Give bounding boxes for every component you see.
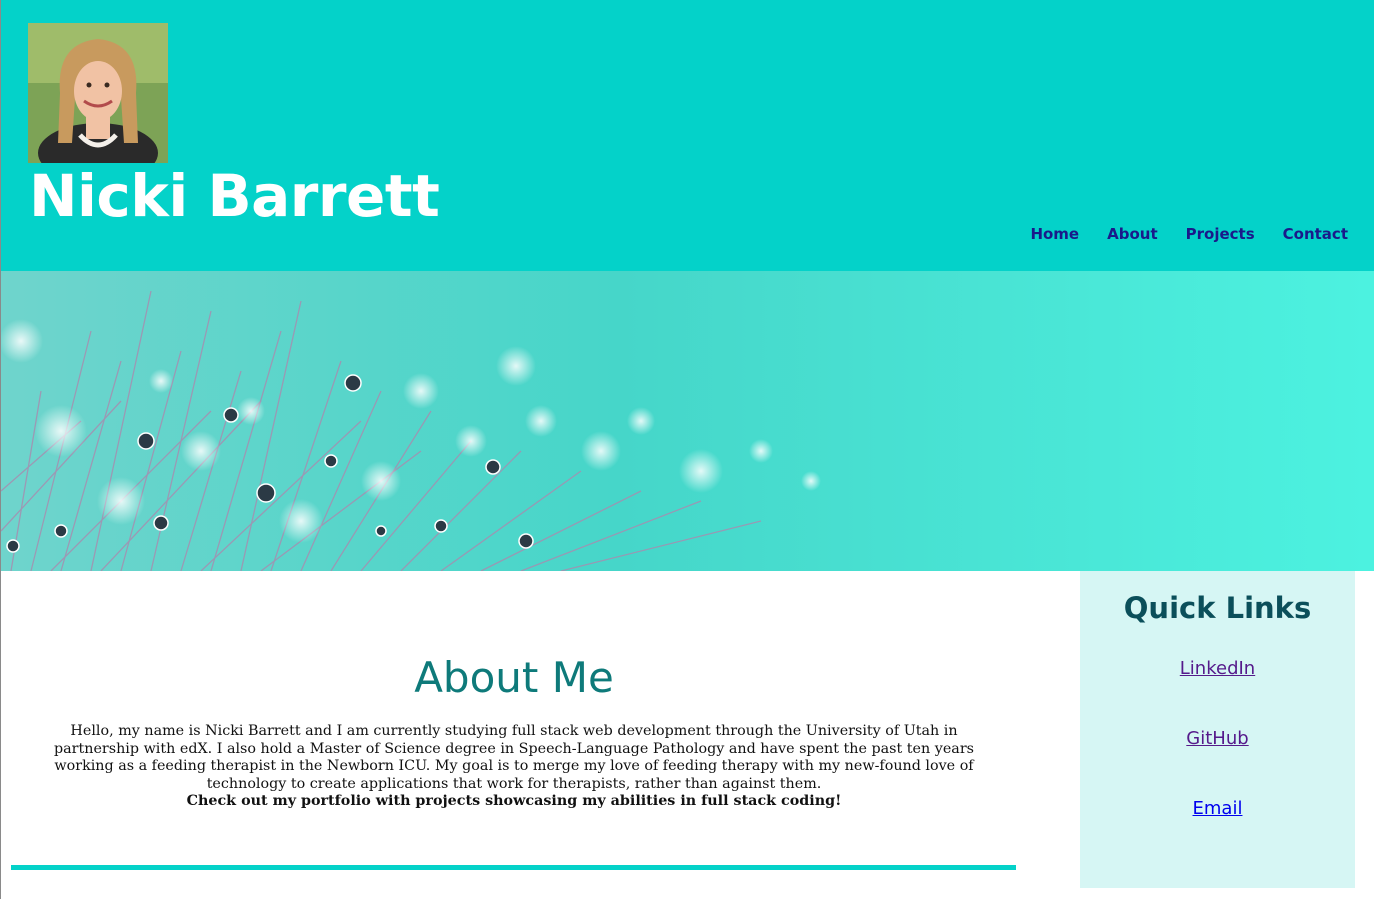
- quick-links-heading: Quick Links: [1123, 591, 1312, 625]
- about-text: Hello, my name is Nicki Barrett and I am…: [27, 723, 1001, 811]
- site-title: Nicki Barrett: [29, 162, 440, 230]
- hero-image: [1, 271, 1374, 571]
- about-cta: Check out my portfolio with projects sho…: [186, 793, 842, 810]
- quick-links-panel: Quick Links LinkedIn GitHub Email: [1080, 571, 1355, 888]
- linkedin-link[interactable]: LinkedIn: [1080, 657, 1355, 681]
- nav-about-link[interactable]: About: [1107, 224, 1158, 244]
- about-body: Hello, my name is Nicki Barrett and I am…: [54, 723, 974, 792]
- nav-contact-link[interactable]: Contact: [1283, 224, 1348, 244]
- profile-photo: [28, 23, 168, 163]
- about-heading: About Me: [414, 653, 614, 702]
- about-section: About Me Hello, my name is Nicki Barrett…: [1, 571, 1041, 899]
- email-link[interactable]: Email: [1080, 797, 1355, 821]
- github-link[interactable]: GitHub: [1080, 727, 1355, 751]
- nav-home-link[interactable]: Home: [1030, 224, 1079, 244]
- nav-projects-link[interactable]: Projects: [1186, 224, 1255, 244]
- main-nav: Home About Projects Contact: [1030, 224, 1348, 244]
- section-divider: [11, 865, 1016, 870]
- site-header: Nicki Barrett Home About Projects Contac…: [1, 0, 1374, 271]
